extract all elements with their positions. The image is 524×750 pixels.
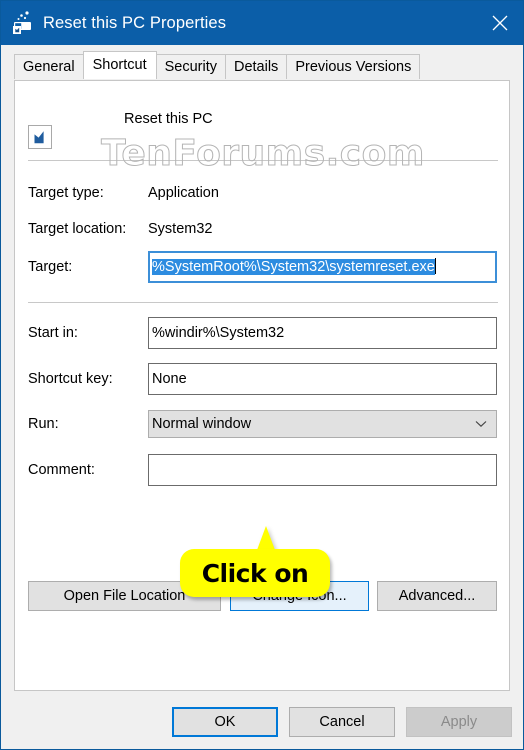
tab-shortcut[interactable]: Shortcut bbox=[82, 51, 157, 79]
target-separator bbox=[28, 302, 498, 303]
callout-text: Click on bbox=[201, 558, 309, 588]
header-separator bbox=[28, 160, 498, 161]
value-target-type: Application bbox=[148, 185, 219, 201]
row-target-location: Target location: System32 bbox=[15, 217, 511, 241]
label-run: Run: bbox=[28, 416, 59, 432]
shortcut-arrow-icon bbox=[28, 125, 52, 149]
text-caret bbox=[434, 258, 436, 274]
value-target-location: System32 bbox=[148, 221, 213, 237]
label-target-type: Target type: bbox=[28, 185, 104, 201]
label-comment: Comment: bbox=[28, 462, 95, 478]
tab-previous-versions[interactable]: Previous Versions bbox=[286, 54, 421, 79]
tab-strip: General Shortcut Security Details Previo… bbox=[14, 51, 421, 79]
tab-details[interactable]: Details bbox=[224, 54, 288, 79]
chevron-down-icon bbox=[475, 411, 487, 437]
comment-input[interactable] bbox=[148, 454, 497, 486]
close-icon[interactable] bbox=[477, 1, 523, 45]
label-start-in: Start in: bbox=[28, 325, 78, 341]
label-shortcut-key: Shortcut key: bbox=[28, 371, 113, 387]
reset-pc-shortcut-icon bbox=[9, 9, 37, 37]
watermark: TenForums.com bbox=[101, 133, 425, 175]
label-target-location: Target location: bbox=[28, 221, 127, 237]
row-target: Target: %SystemRoot%\System32\systemrese… bbox=[15, 251, 511, 283]
advanced-button[interactable]: Advanced... bbox=[377, 581, 497, 611]
row-shortcut-key: Shortcut key: None bbox=[15, 363, 511, 395]
run-select[interactable]: Normal window bbox=[148, 410, 497, 438]
cancel-button[interactable]: Cancel bbox=[289, 707, 395, 737]
tab-general[interactable]: General bbox=[14, 54, 84, 79]
row-target-type: Target type: Application bbox=[15, 181, 511, 205]
title-bar: Reset this PC Properties bbox=[1, 1, 523, 45]
run-select-value: Normal window bbox=[152, 416, 252, 432]
row-start-in: Start in: %windir%\System32 bbox=[15, 317, 511, 349]
shortcut-key-input[interactable]: None bbox=[148, 363, 497, 395]
properties-dialog-window: Reset this PC Properties General Shortcu… bbox=[0, 0, 524, 750]
target-input[interactable]: %SystemRoot%\System32\systemreset.exe bbox=[148, 251, 497, 283]
ok-button[interactable]: OK bbox=[172, 707, 278, 737]
click-on-callout: Click on bbox=[180, 549, 330, 597]
apply-button: Apply bbox=[406, 707, 512, 737]
shortcut-tab-panel: Reset this PC TenForums.com Target type:… bbox=[14, 80, 510, 691]
tab-security[interactable]: Security bbox=[155, 54, 226, 79]
window-title: Reset this PC Properties bbox=[43, 13, 227, 32]
start-in-input[interactable]: %windir%\System32 bbox=[148, 317, 497, 349]
row-comment: Comment: bbox=[15, 454, 511, 486]
label-target: Target: bbox=[28, 259, 73, 275]
target-input-value: %SystemRoot%\System32\systemreset.exe bbox=[152, 259, 435, 275]
row-run: Run: Normal window bbox=[15, 410, 511, 438]
shortcut-item-name: Reset this PC bbox=[124, 111, 213, 127]
